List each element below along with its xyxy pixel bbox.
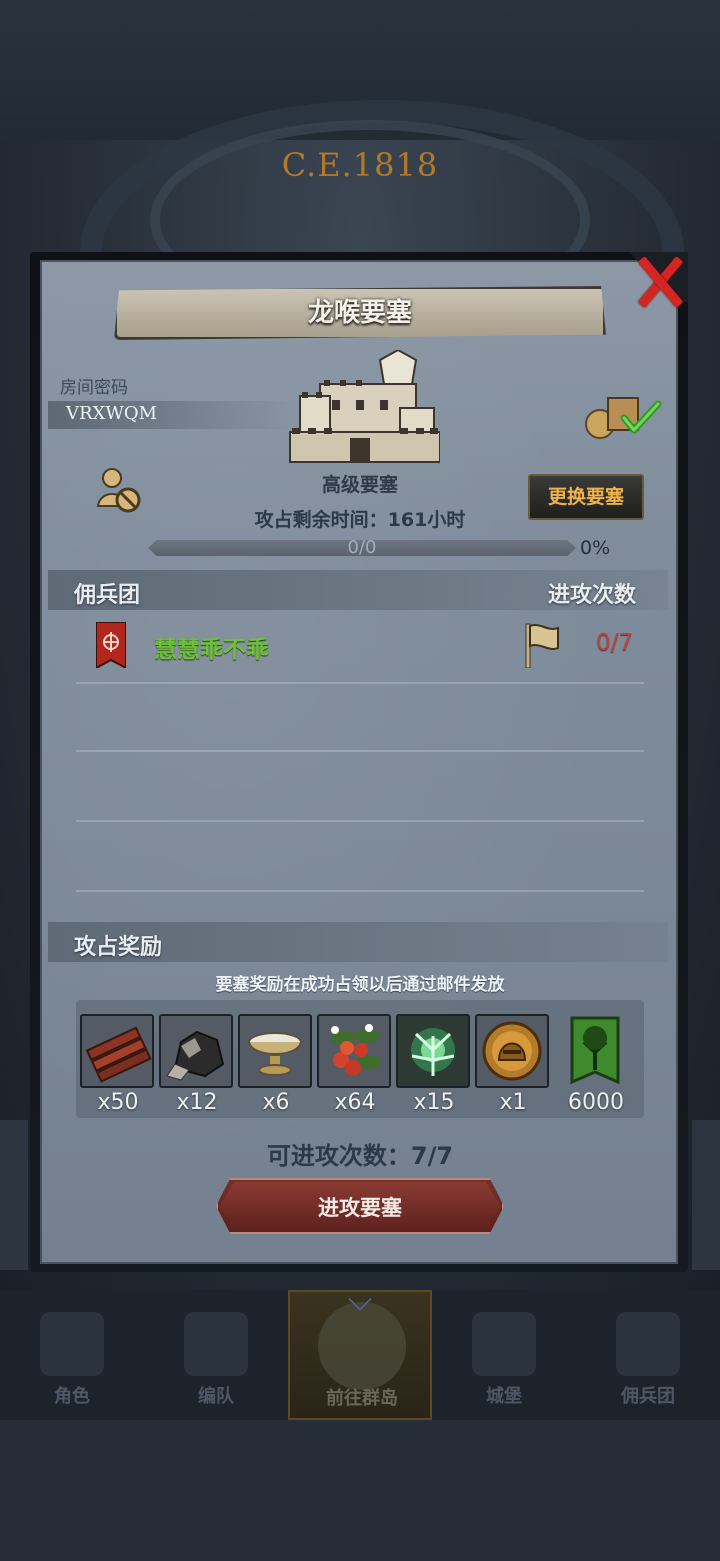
silver-bowl-icon [240,1016,310,1086]
nav-item-castle[interactable]: 城堡 [432,1290,576,1420]
reward-count: x12 [176,1090,218,1115]
change-fortress-button[interactable]: 更换要塞 [528,474,644,520]
left-side-decoration [0,1120,28,1270]
reward-item-banner[interactable] [568,1014,622,1088]
nav-label: 城堡 [486,1386,522,1407]
room-password-label: 房间密码 [60,378,128,398]
nav-item-mercenary[interactable]: 佣兵团 [576,1290,720,1420]
right-side-decoration [692,1120,720,1270]
reward-item-wood[interactable] [80,1014,154,1088]
knight-icon [40,1312,104,1376]
wood-planks-icon [82,1016,152,1086]
time-remaining-text: 攻占剩余时间：161小时 [254,509,466,531]
golden-helmet-medal-icon [477,1016,547,1086]
nav-label: 佣兵团 [621,1386,675,1407]
list-divider [76,750,644,752]
castle-icon [289,350,440,463]
flag-icon [525,623,559,668]
reward-item-ore[interactable] [159,1014,233,1088]
nav-label: 前往群岛 [326,1388,398,1409]
capture-progress-percent: 0% [580,537,611,559]
close-button[interactable] [630,250,690,310]
reward-count: x64 [334,1090,376,1115]
bottom-backdrop [0,1420,720,1561]
reward-count: 6000 [568,1090,624,1115]
attacks-remaining-text: 可进攻次数：7/7 [266,1142,454,1170]
berries-icon [319,1016,389,1086]
reward-count: x50 [97,1090,139,1115]
reward-count: x1 [499,1090,527,1115]
room-code-value[interactable]: VRXWQM [66,403,157,424]
reward-header-label: 攻占奖励 [74,935,163,960]
attack-button-label: 进攻要塞 [318,1196,402,1220]
fortress-type-label: 高级要塞 [321,474,398,496]
reward-item-helmet[interactable] [475,1014,549,1088]
reward-item-silver[interactable] [238,1014,312,1088]
castle-icon [472,1312,536,1376]
reward-item-spirit[interactable] [396,1014,470,1088]
list-divider [76,682,644,684]
green-tree-banner-icon [570,1016,620,1085]
green-spirit-tree-icon [398,1016,468,1086]
reward-count: x6 [262,1090,290,1115]
reward-item-berries[interactable] [317,1014,391,1088]
loot-collected-icon[interactable] [584,392,664,440]
helmet-icon [184,1312,248,1376]
reward-count: x15 [413,1090,455,1115]
era-year-label: C.E.1818 [281,146,439,184]
guild-member-name: 慧慧乖不乖 [154,637,269,663]
guild-banner-icon [96,622,126,668]
attacks-header-label: 进攻次数 [548,583,637,608]
guild-header-label: 佣兵团 [74,583,141,608]
nav-label: 角色 [54,1386,90,1407]
reward-note: 要塞奖励在成功占领以后通过邮件发放 [215,975,505,995]
nav-item-character[interactable]: 角色 [0,1290,144,1420]
nav-label: 编队 [198,1386,234,1407]
list-divider [76,890,644,892]
chevron-down-icon: ⌵ [347,1280,373,1318]
list-divider [76,820,644,822]
dialog-title: 龙喉要塞 [307,298,412,328]
ore-rock-icon [161,1016,231,1086]
nav-item-formation[interactable]: 编队 [144,1290,288,1420]
member-attack-count: 0/7 [596,630,634,656]
no-entry-user-icon[interactable] [96,466,144,514]
ship-icon [616,1312,680,1376]
capture-progress-text: 0/0 [347,537,377,558]
